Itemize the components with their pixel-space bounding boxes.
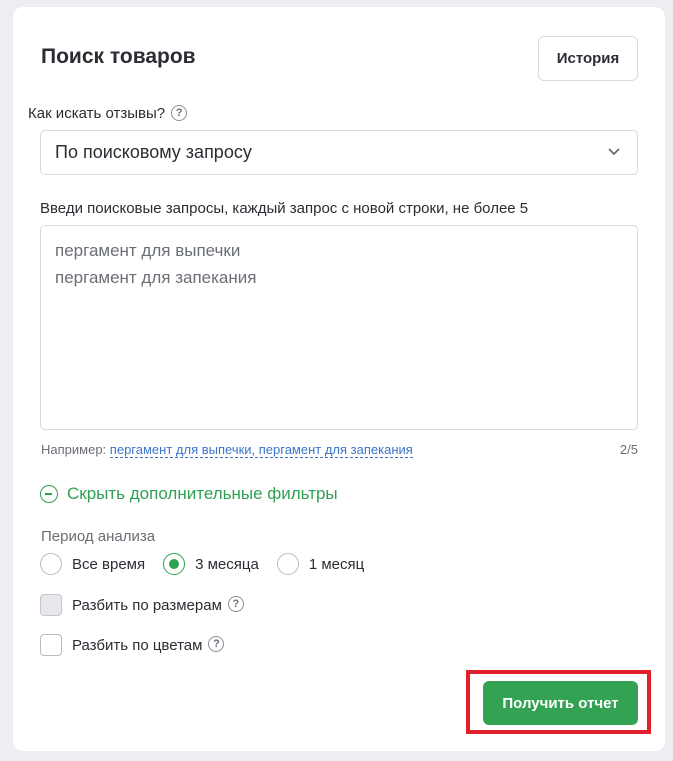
- example-prefix: Например:: [41, 442, 107, 457]
- minus-circle-icon: [40, 485, 58, 503]
- query-line: пергамент для запекания: [55, 268, 257, 287]
- help-icon[interactable]: ?: [227, 596, 244, 612]
- example-hint: Например: пергамент для выпечки, пергаме…: [41, 442, 413, 458]
- period-radio-group: Все время 3 месяца 1 месяц: [40, 553, 382, 575]
- period-label: Период анализа: [41, 528, 156, 545]
- search-mode-select[interactable]: По поисковому запросу: [40, 130, 638, 175]
- get-report-button[interactable]: Получить отчет: [483, 681, 638, 725]
- split-colors-checkbox[interactable]: [40, 634, 62, 656]
- radio-1-month[interactable]: 1 месяц: [276, 553, 365, 575]
- queries-label: Введи поисковые запросы, каждый запрос с…: [40, 200, 529, 217]
- toggle-filters-label: Скрыть дополнительные фильтры: [67, 484, 338, 503]
- radio-circle: [276, 553, 299, 575]
- split-colors-checkbox-row[interactable]: Разбить по цветам ?: [40, 634, 225, 656]
- split-sizes-checkbox[interactable]: [40, 594, 62, 616]
- search-mode-label-row: Как искать отзывы??: [28, 105, 188, 122]
- split-sizes-label: Разбить по размерам: [72, 596, 222, 614]
- history-button[interactable]: История: [538, 36, 638, 81]
- search-mode-selected: По поисковому запросу: [55, 142, 252, 162]
- radio-all-time[interactable]: Все время: [40, 553, 145, 575]
- query-counter: 2/5: [619, 442, 638, 457]
- radio-label: 3 месяца: [195, 555, 259, 573]
- split-sizes-checkbox-row[interactable]: Разбить по размерам ?: [40, 594, 244, 616]
- page-title: Поиск товаров: [41, 45, 196, 68]
- search-mode-label: Как искать отзывы?: [28, 105, 166, 122]
- radio-label: Все время: [72, 555, 146, 573]
- example-link[interactable]: пергамент для выпечки, пергамент для зап…: [109, 442, 413, 458]
- help-icon[interactable]: ?: [171, 105, 188, 122]
- chevron-down-icon: [608, 148, 620, 156]
- query-line: пергамент для выпечки: [55, 241, 241, 260]
- help-icon[interactable]: ?: [208, 636, 225, 652]
- radio-3-months[interactable]: 3 месяца: [163, 553, 259, 575]
- radio-circle: [40, 553, 62, 575]
- radio-circle: [163, 553, 186, 575]
- toggle-filters-button[interactable]: Скрыть дополнительные фильтры: [40, 484, 338, 504]
- queries-textarea[interactable]: пергамент для выпечки пергамент для запе…: [40, 225, 638, 430]
- radio-label: 1 месяц: [308, 555, 365, 573]
- split-colors-label: Разбить по цветам: [72, 636, 203, 654]
